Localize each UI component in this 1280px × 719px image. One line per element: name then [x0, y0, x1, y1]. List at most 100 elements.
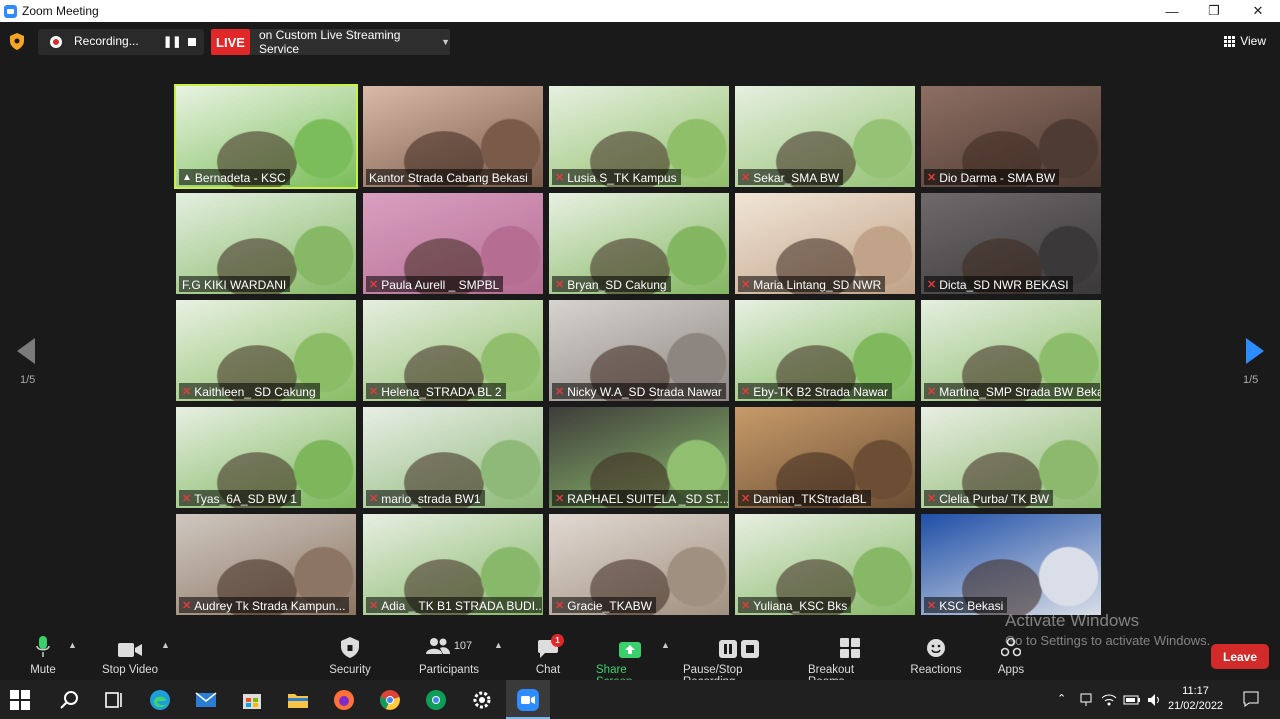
- participants-button[interactable]: 107 Participants: [419, 634, 479, 676]
- participant-name: Tyas_6A_SD BW 1: [194, 491, 297, 506]
- participant-video-tile[interactable]: ✕ Kaithleen_ SD Cakung: [176, 300, 356, 401]
- participant-video-tile[interactable]: ✕ Adia _ TK B1 STRADA BUDI...: [363, 514, 543, 615]
- chrome-profile-icon[interactable]: [424, 688, 448, 712]
- zoom-taskbar-item[interactable]: [506, 680, 550, 719]
- firefox-icon[interactable]: [332, 688, 356, 712]
- notification-icon[interactable]: [1242, 690, 1260, 708]
- mute-button[interactable]: Mute: [24, 634, 62, 676]
- participant-video-tile[interactable]: ✕ KSC Bekasi: [921, 514, 1101, 615]
- participant-video-tile[interactable]: ✕ Paula Aurell _ SMPBL: [363, 193, 543, 294]
- microphone-muted-icon: ✕: [927, 600, 937, 612]
- participant-name: Lusia S_TK Kampus: [567, 170, 677, 185]
- apps-label: Apps: [997, 664, 1025, 676]
- recording-icon: [50, 36, 62, 48]
- participant-video-tile[interactable]: ✕ Nicky W.A_SD Strada Nawar: [549, 300, 729, 401]
- participant-name-label: ✕ Adia _ TK B1 STRADA BUDI...: [366, 597, 542, 613]
- participant-name-label: ✕ Audrey Tk Strada Kampun...: [179, 597, 350, 613]
- audio-options-caret[interactable]: ▲: [68, 640, 77, 650]
- microsoft-store-icon[interactable]: [240, 688, 264, 712]
- file-explorer-icon[interactable]: [286, 688, 310, 712]
- taskbar-clock[interactable]: 11:17 21/02/2022: [1168, 684, 1223, 714]
- meeting-top-bar: Recording... ❚❚ LIVE on Custom Live Stre…: [0, 22, 1280, 62]
- window-title: Zoom Meeting: [22, 4, 99, 18]
- microphone-muted-icon: ✕: [555, 279, 565, 291]
- stop-recording-button[interactable]: [188, 38, 196, 46]
- stop-video-button[interactable]: Stop Video: [100, 634, 160, 676]
- participant-name: Maria Lintang_SD NWR: [753, 277, 882, 292]
- settings-gear-icon[interactable]: [470, 688, 494, 712]
- participants-icon: [425, 638, 450, 654]
- participant-video-tile[interactable]: ✕ Helena_STRADA BL 2: [363, 300, 543, 401]
- participant-video-tile[interactable]: ✕ Eby-TK B2 Strada Nawar: [735, 300, 915, 401]
- participants-options-caret[interactable]: ▲: [494, 640, 503, 650]
- security-button[interactable]: Security: [326, 634, 374, 676]
- participant-name-label: ✕ Tyas_6A_SD BW 1: [179, 490, 301, 506]
- show-hidden-icons-caret[interactable]: ⌃: [1057, 692, 1066, 705]
- participant-video-tile[interactable]: ✕ Damian_TKStradaBL: [735, 407, 915, 508]
- participant-video-tile[interactable]: ✕ Bryan_SD Cakung: [549, 193, 729, 294]
- participant-name: Paula Aurell _ SMPBL: [381, 277, 500, 292]
- chrome-icon[interactable]: [378, 688, 402, 712]
- microphone-muted-icon: ✕: [927, 386, 937, 398]
- grid-icon: [1224, 35, 1236, 47]
- clock-date: 21/02/2022: [1168, 700, 1224, 712]
- participant-name: F.G KIKI WARDANI: [182, 277, 287, 292]
- participant-video-tile[interactable]: ✕ Clelia Purba/ TK BW: [921, 407, 1101, 508]
- previous-page-arrow-icon[interactable]: [17, 338, 37, 364]
- share-options-caret[interactable]: ▲: [661, 640, 670, 650]
- reactions-button[interactable]: Reactions: [909, 634, 963, 676]
- participant-video-tile[interactable]: ✕ Lusia S_TK Kampus: [549, 86, 729, 187]
- participant-video-tile[interactable]: ✕ Martina_SMP Strada BW Bekasi: [921, 300, 1101, 401]
- participant-name: KSC Bekasi: [939, 598, 1004, 613]
- participant-name-label: ✕ Gracie_TKABW: [552, 597, 656, 613]
- participant-video-tile[interactable]: ✕ mario_strada BW1: [363, 407, 543, 508]
- participant-video-tile[interactable]: ✕ Dicta_SD NWR BEKASI: [921, 193, 1101, 294]
- participant-video-tile[interactable]: ✕ Audrey Tk Strada Kampun...: [176, 514, 356, 615]
- video-camera-icon: [118, 643, 142, 657]
- participant-video-tile[interactable]: ✕ Sekar_SMA BW: [735, 86, 915, 187]
- microphone-muted-icon: ✕: [369, 600, 379, 612]
- participant-name: Gracie_TKABW: [567, 598, 652, 613]
- network-icon[interactable]: [1078, 692, 1094, 708]
- shield-icon[interactable]: [10, 33, 24, 50]
- participant-video-tile[interactable]: ✕ RAPHAEL SUITELA _SD ST...: [549, 407, 729, 508]
- participant-video-tile[interactable]: ▲ Bernadeta - KSC: [174, 84, 358, 189]
- search-icon[interactable]: [58, 688, 82, 712]
- task-view-icon[interactable]: [102, 688, 126, 712]
- wifi-icon[interactable]: [1101, 692, 1117, 708]
- participant-name-label: Kantor Strada Cabang Bekasi: [366, 169, 532, 185]
- next-page-arrow-icon[interactable]: [1244, 338, 1264, 364]
- clock-time: 11:17: [1182, 685, 1209, 697]
- battery-icon[interactable]: [1123, 692, 1141, 708]
- leave-button[interactable]: Leave: [1211, 644, 1269, 669]
- participant-video-tile[interactable]: ✕ Yuliana_KSC Bks: [735, 514, 915, 615]
- participant-video-tile[interactable]: F.G KIKI WARDANI: [176, 193, 356, 294]
- participant-video-tile[interactable]: ✕ Tyas_6A_SD BW 1: [176, 407, 356, 508]
- windows-start-icon[interactable]: [10, 690, 30, 710]
- view-button[interactable]: View: [1224, 34, 1266, 48]
- microphone-muted-icon: ✕: [369, 279, 379, 291]
- reactions-label: Reactions: [910, 664, 962, 676]
- participant-video-tile[interactable]: ✕ Maria Lintang_SD NWR: [735, 193, 915, 294]
- participant-name: Dio Darma - SMA BW: [939, 170, 1056, 185]
- pause-recording-button[interactable]: ❚❚: [163, 35, 181, 48]
- breakout-rooms-icon: [840, 638, 860, 658]
- volume-icon[interactable]: [1146, 692, 1162, 708]
- mail-icon[interactable]: [194, 688, 218, 712]
- microphone-muted-icon: ✕: [741, 386, 751, 398]
- participant-video-tile[interactable]: ✕ Gracie_TKABW: [549, 514, 729, 615]
- participant-video-tile[interactable]: Kantor Strada Cabang Bekasi: [363, 86, 543, 187]
- edge-browser-icon[interactable]: [148, 688, 172, 712]
- live-service-dropdown[interactable]: on Custom Live Streaming Service ▼: [250, 28, 450, 56]
- participant-name-label: F.G KIKI WARDANI: [179, 276, 291, 292]
- live-badge: LIVE: [211, 29, 250, 55]
- participant-count: 107: [453, 640, 473, 652]
- minimize-button[interactable]: —: [1150, 0, 1194, 22]
- close-window-button[interactable]: ✕: [1236, 0, 1280, 22]
- video-options-caret[interactable]: ▲: [161, 640, 170, 650]
- maximize-button[interactable]: ❐: [1192, 0, 1236, 22]
- microphone-muted-icon: ✕: [182, 493, 192, 505]
- participant-name-label: ✕ Bryan_SD Cakung: [552, 276, 671, 292]
- participant-video-tile[interactable]: ✕ Dio Darma - SMA BW: [921, 86, 1101, 187]
- participants-label: Participants: [418, 664, 480, 676]
